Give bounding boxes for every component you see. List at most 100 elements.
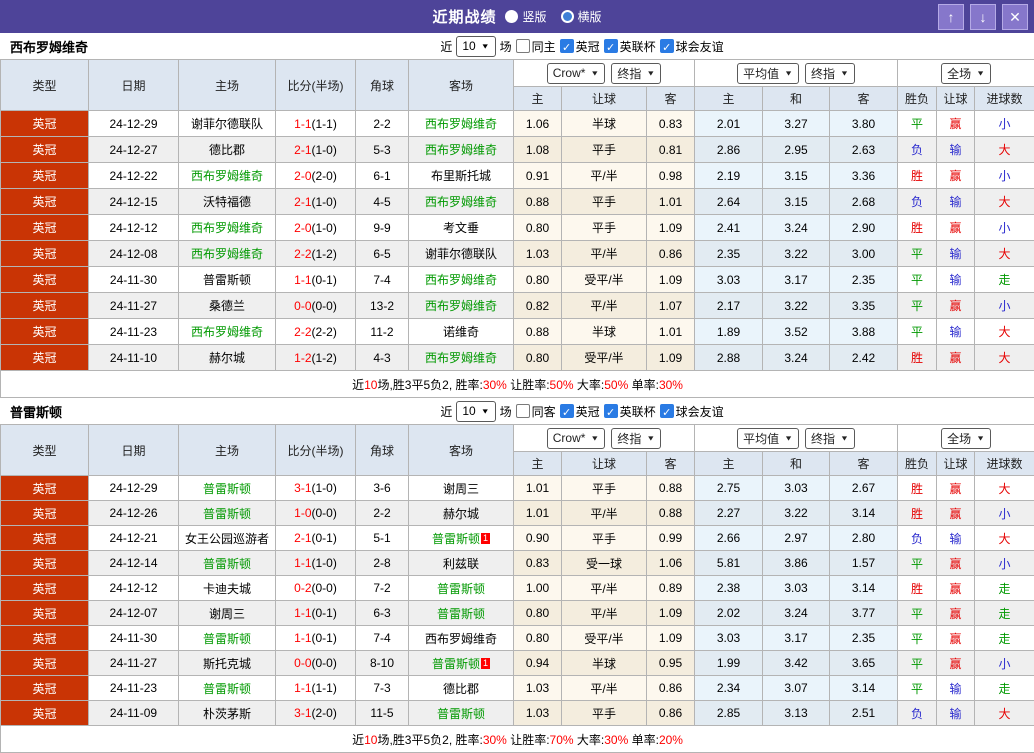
layout-radio-vertical[interactable]: 竖版 <box>505 8 546 25</box>
away-team: 利兹联 <box>409 551 514 576</box>
odds-company-select[interactable]: Crow*▼ <box>547 63 606 84</box>
result-wdl: 负 <box>898 189 937 215</box>
checkbox-checked-icon[interactable] <box>604 39 618 53</box>
match-date: 24-11-09 <box>89 701 179 726</box>
league-filter-friendly[interactable]: 球会友谊 <box>660 403 724 420</box>
league-filter-efl-cup[interactable]: 英联杯 <box>604 38 656 55</box>
avg-home: 5.81 <box>695 551 763 576</box>
match-count-select[interactable]: 10▼ <box>456 401 495 422</box>
odds-home: 0.80 <box>514 601 562 626</box>
odds-away: 0.88 <box>647 501 695 526</box>
average-final-select[interactable]: 终指▼ <box>805 428 855 449</box>
checkbox-checked-icon[interactable] <box>660 39 674 53</box>
same-home-filter[interactable]: 同主 <box>516 38 556 55</box>
fulltime-score: 1-1 <box>294 631 311 645</box>
fulltime-score: 2-1 <box>294 531 311 545</box>
avg-home: 2.02 <box>695 601 763 626</box>
result-wdl: 平 <box>898 241 937 267</box>
avg-home: 3.03 <box>695 267 763 293</box>
result-wdl: 负 <box>898 526 937 551</box>
checkbox-checked-icon[interactable] <box>560 404 574 418</box>
table-row: 英冠 24-12-08 西布罗姆维奇 2-2(1-2) 6-5 谢菲尔德联队 1… <box>1 241 1034 267</box>
league-filter-efl-cup[interactable]: 英联杯 <box>604 403 656 420</box>
checkbox-checked-icon[interactable] <box>660 404 674 418</box>
halftime-score: (1-1) <box>312 117 337 131</box>
recent-results-table-west-brom: 类型 日期 主场 比分(半场) 角球 客场 Crow*▼ 终指▼ 平均值▼ 终指… <box>0 59 1034 398</box>
fulltime-score: 3-1 <box>294 481 311 495</box>
corner-count: 5-3 <box>356 137 409 163</box>
odds-away: 0.81 <box>647 137 695 163</box>
home-team: 沃特福德 <box>179 189 276 215</box>
near-label: 近 <box>440 403 452 420</box>
odds-handicap: 平手 <box>562 526 647 551</box>
score-cell: 2-2(2-2) <box>276 319 356 345</box>
col-away: 客场 <box>409 60 514 111</box>
corner-count: 7-2 <box>356 576 409 601</box>
col-type: 类型 <box>1 60 89 111</box>
avg-home: 2.66 <box>695 526 763 551</box>
odds-home: 0.91 <box>514 163 562 189</box>
avg-home: 2.34 <box>695 676 763 701</box>
league-filter-championship[interactable]: 英冠 <box>560 403 600 420</box>
avg-draw: 3.22 <box>763 241 830 267</box>
col-result-handicap: 让球 <box>937 452 975 476</box>
close-button[interactable]: ✕ <box>1002 4 1028 30</box>
match-count-select[interactable]: 10▼ <box>456 36 495 57</box>
table-row: 英冠 24-12-27 德比郡 2-1(1-0) 5-3 西布罗姆维奇 1.08… <box>1 137 1034 163</box>
score-cell: 0-0(0-0) <box>276 651 356 676</box>
league-filter-friendly[interactable]: 球会友谊 <box>660 38 724 55</box>
radio-unselected-icon[interactable] <box>561 10 574 23</box>
away-team: 谢菲尔德联队 <box>409 241 514 267</box>
league-filter-championship[interactable]: 英冠 <box>560 38 600 55</box>
col-score: 比分(半场) <box>276 425 356 476</box>
col-corner: 角球 <box>356 425 409 476</box>
away-team: 西布罗姆维奇 <box>409 189 514 215</box>
col-avg-home: 主 <box>695 87 763 111</box>
odds-company-select[interactable]: Crow*▼ <box>547 428 606 449</box>
fulltime-score: 0-0 <box>294 299 311 313</box>
move-up-button[interactable]: ↑ <box>938 4 964 30</box>
corner-count: 9-9 <box>356 215 409 241</box>
odds-handicap: 半球 <box>562 319 647 345</box>
halftime-score: (0-1) <box>312 606 337 620</box>
radio-selected-icon[interactable] <box>505 10 518 23</box>
halftime-score: (0-0) <box>312 581 337 595</box>
corner-count: 13-2 <box>356 293 409 319</box>
checkbox-checked-icon[interactable] <box>604 404 618 418</box>
score-cell: 1-1(0-1) <box>276 601 356 626</box>
home-team: 西布罗姆维奇 <box>179 215 276 241</box>
scope-select[interactable]: 全场▼ <box>941 428 991 449</box>
result-goals: 小 <box>975 215 1034 241</box>
odds-final-select[interactable]: 终指▼ <box>611 428 661 449</box>
average-final-select[interactable]: 终指▼ <box>805 63 855 84</box>
chevron-down-icon: ▼ <box>481 42 490 50</box>
checkbox-checked-icon[interactable] <box>560 39 574 53</box>
checkbox-unchecked-icon[interactable] <box>516 404 530 418</box>
odds-handicap: 受平/半 <box>562 626 647 651</box>
layout-radio-horizontal[interactable]: 横版 <box>561 8 602 25</box>
move-down-button[interactable]: ↓ <box>970 4 996 30</box>
avg-home: 2.86 <box>695 137 763 163</box>
odds-away: 0.95 <box>647 651 695 676</box>
away-team: 谢周三 <box>409 476 514 501</box>
checkbox-unchecked-icon[interactable] <box>516 39 530 53</box>
home-team: 普雷斯顿 <box>179 676 276 701</box>
odds-final-select[interactable]: 终指▼ <box>611 63 661 84</box>
result-wdl: 胜 <box>898 345 937 371</box>
avg-away: 2.67 <box>830 476 898 501</box>
odds-handicap: 半球 <box>562 651 647 676</box>
same-away-filter[interactable]: 同客 <box>516 403 556 420</box>
avg-away: 3.36 <box>830 163 898 189</box>
odds-away: 1.06 <box>647 551 695 576</box>
average-select[interactable]: 平均值▼ <box>737 428 799 449</box>
average-select[interactable]: 平均值▼ <box>737 63 799 84</box>
home-team: 西布罗姆维奇 <box>179 163 276 189</box>
avg-home: 2.01 <box>695 111 763 137</box>
table-row: 英冠 24-11-09 朴茨茅斯 3-1(2-0) 11-5 普雷斯顿 1.03… <box>1 701 1034 726</box>
result-goals: 走 <box>975 576 1034 601</box>
result-goals: 小 <box>975 111 1034 137</box>
col-type: 类型 <box>1 425 89 476</box>
table-row: 英冠 24-12-21 女王公园巡游者 2-1(0-1) 5-1 普雷斯顿1 0… <box>1 526 1034 551</box>
match-date: 24-12-22 <box>89 163 179 189</box>
scope-select[interactable]: 全场▼ <box>941 63 991 84</box>
